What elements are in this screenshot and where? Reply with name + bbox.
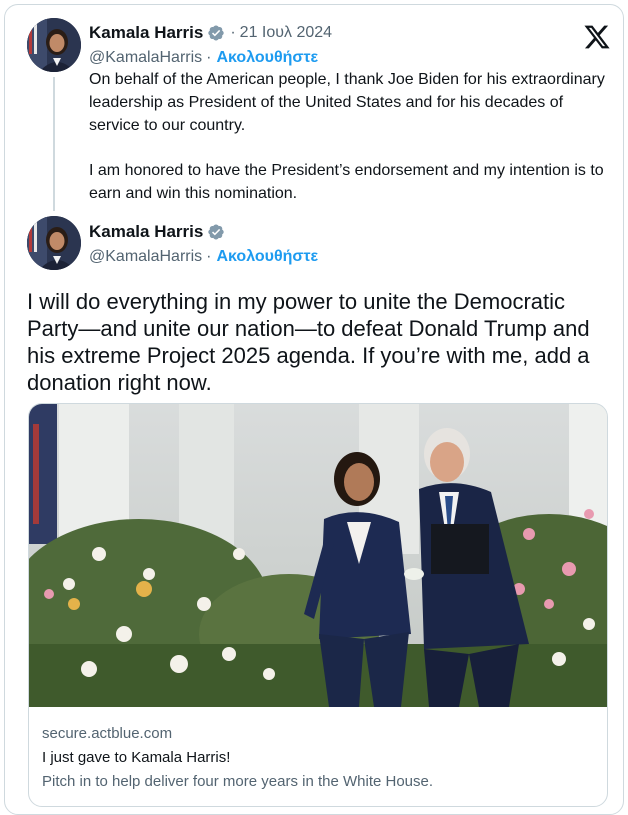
tweet-text: I will do everything in my power to unit… — [27, 289, 590, 395]
link-preview-image[interactable] — [29, 404, 608, 707]
author-handle[interactable]: @KamalaHarris — [89, 248, 202, 266]
handle-separator: · — [206, 248, 212, 265]
verified-badge-icon — [208, 224, 225, 240]
quoted-author-row: Kamala Harris · 21 Ιουλ 2024 — [89, 23, 332, 43]
tweet-date[interactable]: 21 Ιουλ 2024 — [240, 24, 332, 42]
handle-separator: · — [206, 49, 212, 66]
main-author-row: Kamala Harris — [89, 222, 225, 242]
quoted-tweet-text: On behalf of the American people, I than… — [89, 68, 609, 205]
link-title[interactable]: I just gave to Kamala Harris! — [42, 746, 597, 770]
x-logo-icon[interactable] — [583, 23, 611, 51]
tweet-embed-card: Kamala Harris · 21 Ιουλ 2024 @KamalaHarr… — [4, 4, 624, 815]
author-name[interactable]: Kamala Harris — [89, 23, 203, 43]
avatar[interactable] — [27, 18, 81, 72]
thread-connector-line — [53, 77, 55, 211]
link-preview-card[interactable]: secure.actblue.com I just gave to Kamala… — [28, 403, 608, 807]
quoted-paragraph-1: On behalf of the American people, I than… — [89, 71, 605, 134]
author-name[interactable]: Kamala Harris — [89, 222, 203, 242]
link-description: Pitch in to help deliver four more years… — [42, 773, 434, 790]
verified-badge-icon — [208, 25, 225, 41]
link-meta: secure.actblue.com I just gave to Kamala… — [42, 722, 597, 794]
follow-button[interactable]: Ακολουθήστε — [216, 49, 318, 67]
quoted-paragraph-2: I am honored to have the President’s end… — [89, 162, 604, 202]
main-handle-row: @KamalaHarris · Ακολουθήστε — [89, 248, 318, 266]
link-domain[interactable]: secure.actblue.com — [42, 722, 597, 746]
author-handle[interactable]: @KamalaHarris — [89, 49, 202, 67]
avatar[interactable] — [27, 216, 81, 270]
follow-button[interactable]: Ακολουθήστε — [216, 248, 318, 266]
quoted-handle-row: @KamalaHarris · Ακολουθήστε — [89, 49, 318, 67]
separator-dot: · — [230, 24, 236, 41]
